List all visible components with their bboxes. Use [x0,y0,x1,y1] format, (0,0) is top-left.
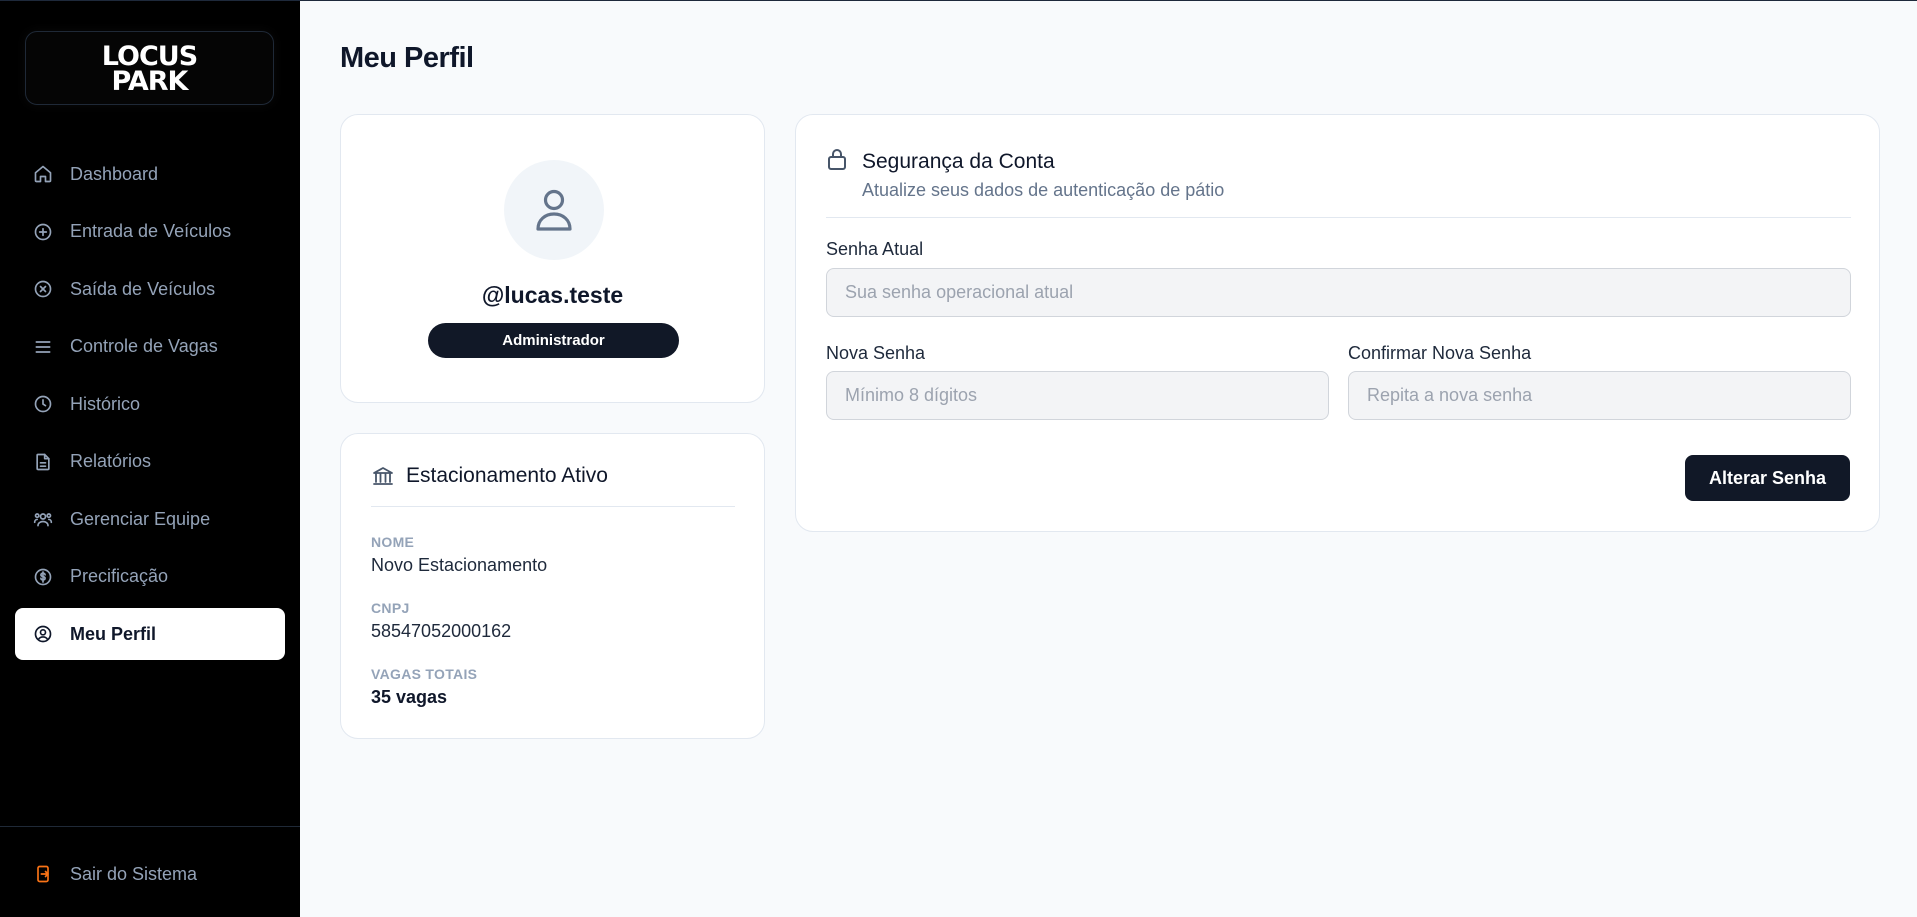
lock-icon [828,149,846,170]
avatar [504,160,604,260]
sidebar-item-label: Relatórios [70,451,152,471]
security-card-title: Segurança da Conta [862,150,1055,173]
sidebar: LOCUS PARK Dashboard Entrada de Veículos… [0,0,300,917]
logout-icon [37,865,49,883]
sidebar-item-label: Entrada de Veículos [70,221,232,241]
brand-logo[interactable]: LOCUS PARK [25,31,274,105]
clock-icon [34,395,52,413]
sidebar-item-history[interactable]: Histórico [15,378,285,430]
parking-card-title: Estacionamento Ativo [406,464,608,487]
parking-cnpj-value: 58547052000162 [371,621,512,641]
sidebar-item-team[interactable]: Gerenciar Equipe [15,493,285,545]
brand-line-2: PARK [111,66,189,97]
current-password-input[interactable] [826,268,1851,317]
brand-logo-text: LOCUS PARK [26,43,273,97]
sidebar-item-vehicle-exit[interactable]: Saída de Veículos [15,263,285,315]
file-text-icon [36,453,50,470]
profile-username: @lucas.teste [481,282,624,308]
logout-button[interactable]: Sair do Sistema [15,848,285,900]
role-badge: Administrador [428,323,679,358]
confirm-password-label: Confirmar Nova Senha [1348,343,1532,363]
logout-label: Sair do Sistema [70,863,198,884]
sidebar-item-label: Precificação [70,566,169,586]
new-password-input[interactable] [826,371,1329,420]
sidebar-item-my-profile[interactable]: Meu Perfil [15,608,285,660]
sidebar-item-spot-control[interactable]: Controle de Vagas [15,321,285,373]
current-password-label: Senha Atual [826,239,924,259]
parking-cnpj-label: CNPJ [371,600,410,616]
account-security-card: Segurança da Conta Atualize seus dados d… [795,114,1880,532]
sidebar-nav: Dashboard Entrada de Veículos Saída de V… [15,148,285,666]
active-parking-card: Estacionamento Ativo NOME Novo Estaciona… [340,433,765,739]
parking-name-label: NOME [371,534,415,550]
sidebar-item-label: Gerenciar Equipe [70,508,211,529]
sidebar-item-label: Saída de Veículos [70,278,216,299]
parking-card-header: Estacionamento Ativo [371,464,735,507]
bank-icon [373,467,393,485]
profile-card: @lucas.teste Administrador [340,114,765,403]
menu-icon [35,340,51,353]
page-title: Meu Perfil [340,42,474,74]
sidebar-item-dashboard[interactable]: Dashboard [15,148,285,200]
parking-spots-value: 35 vagas [371,687,448,707]
users-icon [33,513,53,527]
x-circle-icon [34,280,52,298]
new-password-label: Nova Senha [826,343,926,363]
parking-spots-label: VAGAS TOTAIS [371,666,478,682]
dollar-circle-icon [34,568,52,585]
parking-name-value: Novo Estacionamento [371,555,548,575]
sidebar-item-label: Controle de Vagas [70,336,218,356]
home-icon [34,165,52,183]
sidebar-divider [0,826,300,827]
security-card-header: Segurança da Conta Atualize seus dados d… [826,147,1851,218]
sidebar-item-vehicle-entry[interactable]: Entrada de Veículos [15,206,285,258]
sidebar-item-label: Meu Perfil [70,623,157,644]
sidebar-item-label: Histórico [70,393,141,414]
plus-circle-icon [34,223,52,240]
user-icon [536,189,572,231]
window-top-border [0,0,1917,1]
user-circle-icon [34,625,52,643]
change-password-button[interactable]: Alterar Senha [1685,455,1850,501]
sidebar-item-pricing[interactable]: Precificação [15,551,285,603]
security-card-subtitle: Atualize seus dados de autenticação de p… [862,180,1225,200]
sidebar-item-reports[interactable]: Relatórios [15,436,285,488]
sidebar-item-label: Dashboard [70,163,159,184]
confirm-password-input[interactable] [1348,371,1851,420]
